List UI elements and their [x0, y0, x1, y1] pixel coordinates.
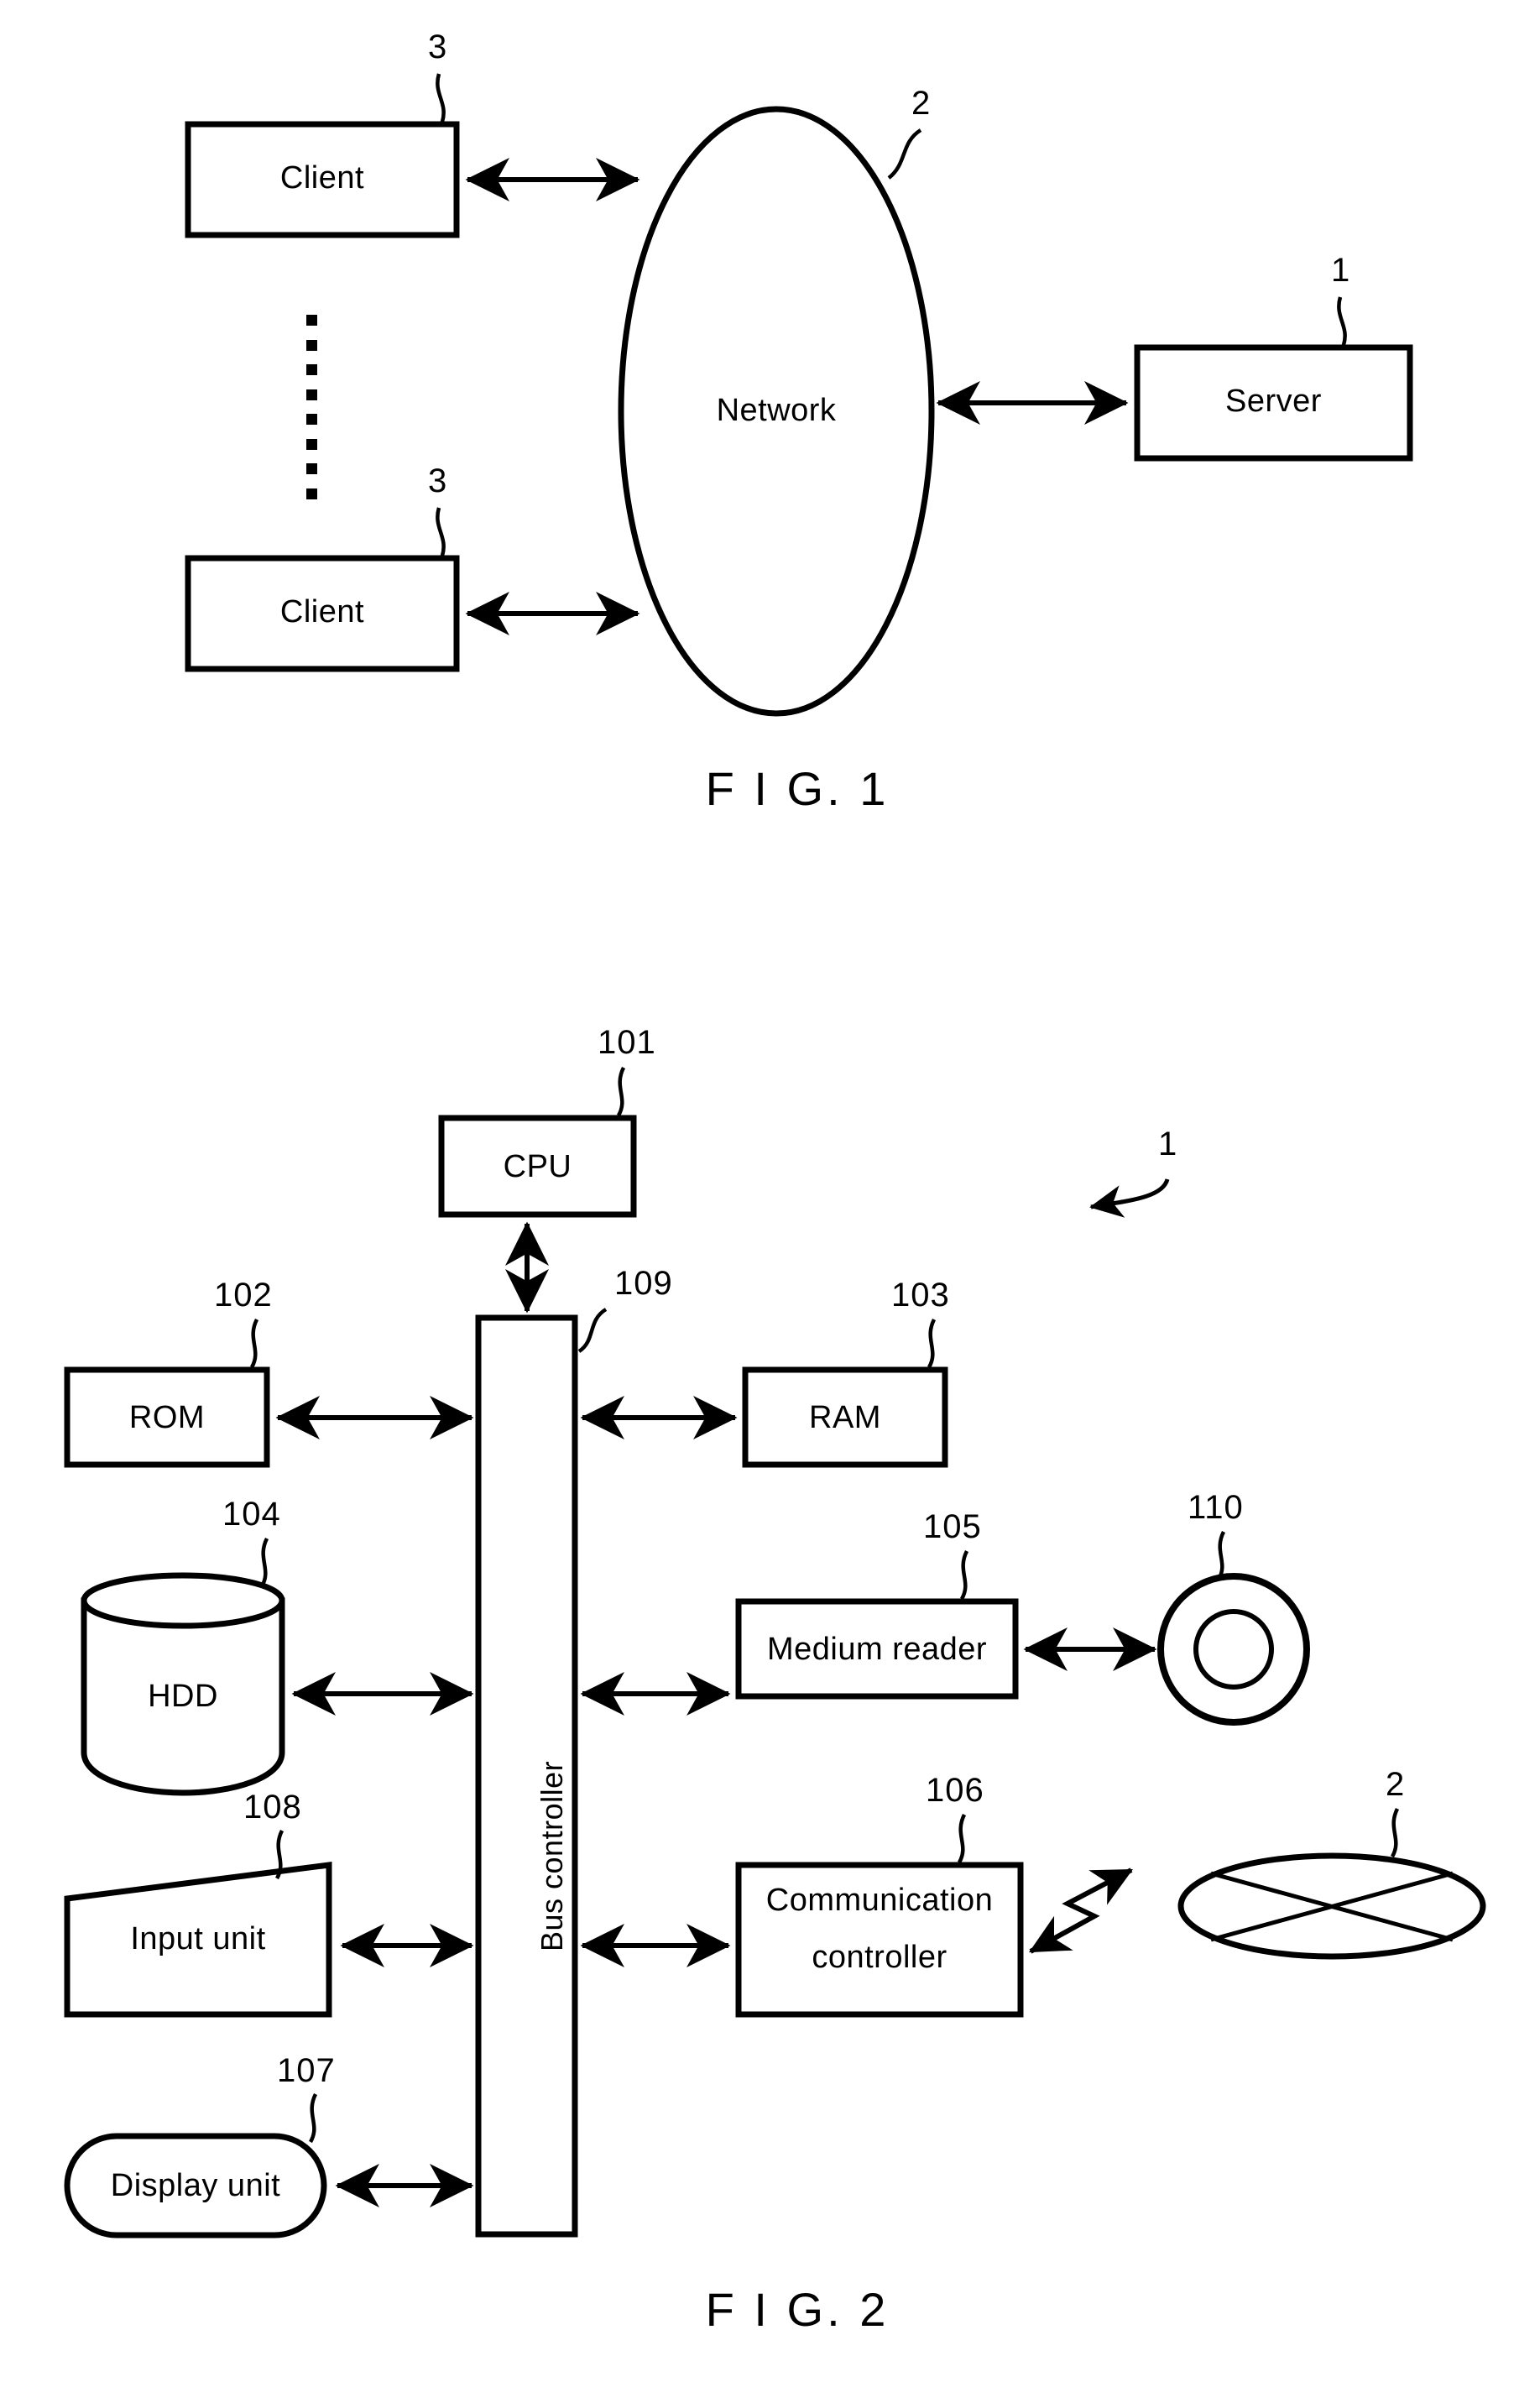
- fig2-network-ellipse: [1177, 1852, 1486, 1960]
- fig1-server-leader: [1337, 296, 1347, 346]
- fig1-client-bottom-ref: 3: [428, 462, 448, 499]
- fig2-storage-medium-ref: 110: [1188, 1489, 1244, 1526]
- fig2-ram-label: RAM: [809, 1400, 881, 1435]
- fig1-server-label: Server: [1225, 384, 1322, 419]
- fig2-network-ref: 2: [1386, 1766, 1406, 1803]
- fig2-communication-controller-ref: 106: [926, 1772, 984, 1809]
- fig2-system-ref: 1: [1158, 1126, 1178, 1162]
- fig2-wireless-link: [1029, 1868, 1133, 1954]
- fig2-storage-medium-disc: [1157, 1573, 1310, 1726]
- fig2-cpu-label: CPU: [503, 1149, 572, 1184]
- fig2-hdd-ref: 104: [222, 1496, 281, 1533]
- diagram-canvas: [64, 73, 1486, 2238]
- fig2-medium-reader-label: Medium reader: [766, 1632, 988, 1667]
- fig2-cpu-ref: 101: [598, 1024, 656, 1061]
- fig2-display-unit-label: Display unit: [110, 2168, 281, 2203]
- fig1-client-top-leader: [436, 73, 446, 123]
- fig2-bus-controller-ref: 109: [614, 1265, 673, 1302]
- fig1-client-top-ref: 3: [428, 29, 448, 65]
- patent-drawing-sheet: Client 3 Client 3 Network 2 Server 1 F I…: [0, 0, 1540, 2403]
- fig2-display-unit-leader: [308, 2092, 318, 2144]
- fig2-network-leader: [1390, 1807, 1400, 1858]
- fig2-ram-ref: 103: [891, 1277, 950, 1314]
- fig2-system-ref-leader: [1089, 1178, 1170, 1218]
- fig2-input-unit-label: Input unit: [130, 1921, 266, 1956]
- fig1-client-bottom-label: Client: [279, 594, 365, 629]
- fig2-input-unit-ref: 108: [243, 1789, 302, 1826]
- fig1-vertical-ellipsis: [306, 315, 317, 499]
- fig1-client-bottom-leader: [436, 507, 446, 556]
- fig2-bus-controller-leader: [577, 1308, 608, 1353]
- fig1-network-label: Network: [716, 393, 837, 428]
- fig2-cpu-leader: [616, 1066, 626, 1117]
- fig2-storage-medium-leader: [1216, 1530, 1226, 1581]
- fig2-display-unit-ref: 107: [277, 2052, 336, 2089]
- fig2-ram-leader: [927, 1318, 937, 1369]
- fig1-server-ref: 1: [1331, 252, 1351, 289]
- fig2-rom-label: ROM: [128, 1400, 206, 1435]
- fig1-network-ref: 2: [911, 85, 932, 122]
- fig2-rom-ref: 102: [214, 1277, 273, 1314]
- fig2-medium-reader-leader: [959, 1549, 969, 1601]
- fig2-communication-controller-label-line2: controller: [812, 1940, 947, 1975]
- fig2-communication-controller-leader: [957, 1813, 967, 1864]
- fig2-communication-controller-label-line1: Communication: [765, 1883, 994, 1918]
- fig1-client-top-label: Client: [279, 160, 365, 196]
- fig2-rom-leader: [249, 1318, 259, 1369]
- fig1-network-leader: [887, 128, 922, 180]
- fig2-caption: F I G. 2: [705, 2283, 890, 2336]
- fig2-bus-controller-label: Bus controller: [535, 1760, 569, 1951]
- fig2-medium-reader-ref: 105: [923, 1508, 982, 1545]
- fig1-caption: F I G. 1: [705, 762, 890, 815]
- fig2-hdd-leader: [259, 1537, 269, 1588]
- fig2-hdd-label: HDD: [148, 1679, 218, 1714]
